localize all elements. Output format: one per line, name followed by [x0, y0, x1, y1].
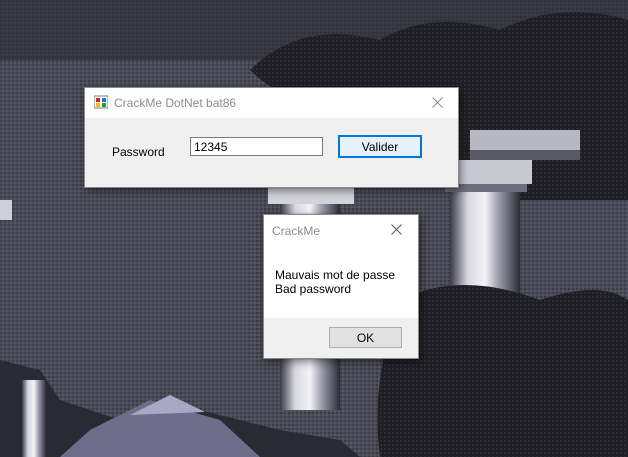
- main-close-button[interactable]: [420, 88, 456, 118]
- app-icon: [94, 95, 108, 109]
- message-text-line-2: Bad password: [275, 282, 352, 296]
- message-box: CrackMe Mauvais mot de passe Bad passwor…: [263, 214, 419, 359]
- password-input[interactable]: [190, 137, 323, 156]
- message-box-title: CrackMe: [272, 224, 321, 238]
- main-titlebar[interactable]: CrackMe DotNet bat86: [85, 88, 458, 118]
- ok-button[interactable]: OK: [329, 327, 402, 348]
- validate-button[interactable]: Valider: [338, 135, 422, 158]
- message-text-line-1: Mauvais mot de passe: [275, 268, 396, 282]
- message-footer: OK: [264, 318, 418, 358]
- main-window-title: CrackMe DotNet bat86: [114, 96, 237, 110]
- close-icon: [391, 224, 402, 235]
- message-body: Mauvais mot de passe Bad password: [264, 245, 418, 318]
- main-client-area: Password Valider: [85, 118, 458, 187]
- message-close-button[interactable]: [379, 215, 415, 245]
- password-label: Password: [112, 145, 165, 159]
- main-window: CrackMe DotNet bat86 Password Valider: [84, 87, 459, 188]
- message-titlebar[interactable]: CrackMe: [264, 215, 418, 245]
- close-icon: [432, 97, 443, 108]
